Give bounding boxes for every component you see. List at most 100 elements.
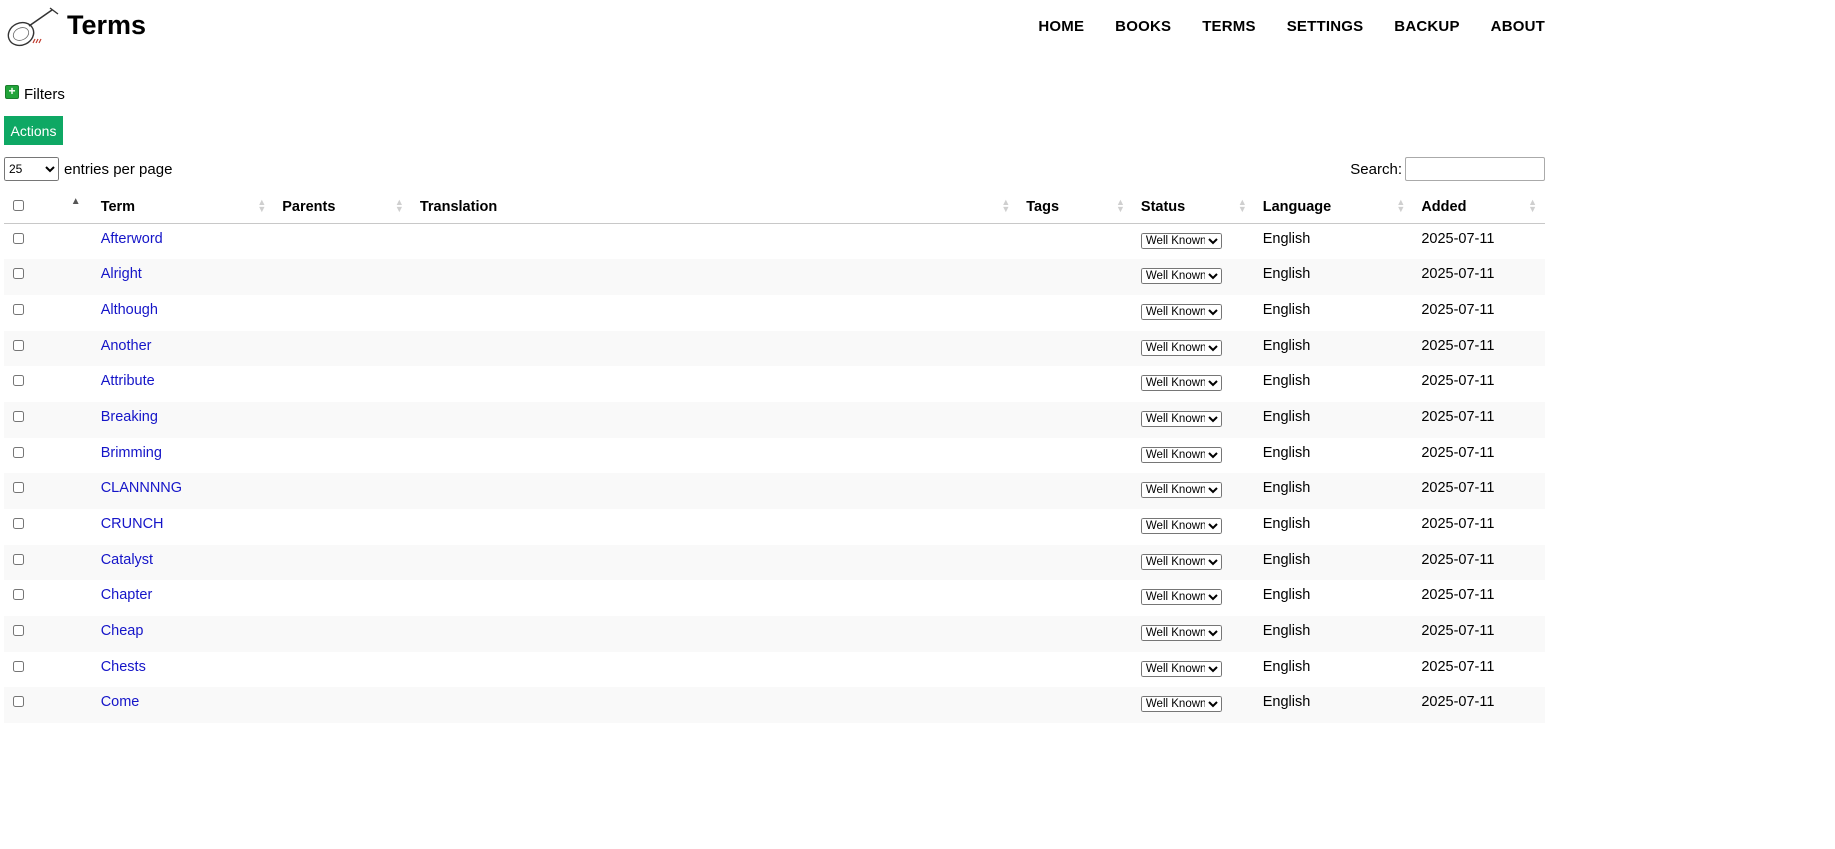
row-checkbox[interactable] — [13, 410, 24, 422]
row-checkbox-cell — [4, 473, 52, 509]
nav-settings[interactable]: SETTINGS — [1287, 18, 1364, 35]
status-select[interactable]: Well Known — [1140, 268, 1222, 285]
status-select[interactable]: Well Known — [1140, 589, 1222, 606]
row-checkbox[interactable] — [13, 660, 24, 672]
row-checkbox[interactable] — [13, 446, 24, 458]
parents-cell — [274, 651, 412, 688]
row-sort-cell — [51, 473, 93, 509]
term-link[interactable]: Chests — [101, 659, 146, 675]
status-select[interactable]: Well Known — [1140, 625, 1222, 642]
row-checkbox[interactable] — [13, 625, 24, 637]
term-cell: Catalyst — [92, 544, 275, 581]
row-checkbox[interactable] — [13, 303, 24, 315]
actions-button[interactable]: Actions — [4, 116, 63, 145]
term-cell: CRUNCH — [92, 509, 275, 545]
column-header-tags[interactable]: Tags ▲ ▼ — [1018, 190, 1133, 224]
select-all-checkbox[interactable] — [13, 200, 24, 211]
translation-cell — [411, 437, 1019, 474]
status-select[interactable]: Well Known — [1140, 233, 1222, 249]
nav-about[interactable]: ABOUT — [1491, 18, 1545, 35]
status-cell: Well Known — [1132, 509, 1255, 545]
row-checkbox[interactable] — [13, 233, 24, 244]
row-checkbox[interactable] — [13, 268, 24, 280]
tags-cell — [1018, 687, 1133, 724]
column-label-term: Term — [100, 198, 136, 215]
select-all-header — [4, 190, 52, 224]
term-link[interactable]: Another — [101, 338, 152, 354]
sort-arrows-icon[interactable]: ▲ ▼ — [1528, 198, 1537, 214]
column-header-term[interactable]: Term ▲ ▼ — [92, 190, 275, 224]
tags-cell — [1018, 259, 1133, 295]
nav-terms[interactable]: TERMS — [1202, 18, 1256, 35]
status-select[interactable]: Well Known — [1140, 446, 1222, 463]
sort-arrows-icon[interactable]: ▲ ▼ — [1001, 198, 1010, 214]
status-select[interactable]: Well Known — [1140, 696, 1222, 713]
plus-icon[interactable]: + — [5, 84, 19, 99]
table-row: Come Well Known English 2025-07-11 — [4, 687, 1545, 724]
term-link[interactable]: Breaking — [101, 409, 158, 425]
parents-cell — [274, 330, 412, 367]
sort-arrows-icon[interactable]: ▲ ▼ — [395, 198, 404, 214]
row-checkbox[interactable] — [13, 482, 24, 494]
status-select[interactable]: Well Known — [1140, 553, 1222, 570]
row-checkbox[interactable] — [13, 589, 24, 601]
sort-arrows-icon[interactable]: ▲ ▼ — [257, 198, 266, 214]
row-sort-cell — [51, 580, 93, 617]
status-cell: Well Known — [1132, 259, 1255, 295]
search-input[interactable] — [1405, 157, 1545, 181]
term-link[interactable]: Afterword — [101, 231, 163, 247]
column-header-translation[interactable]: Translation ▲ ▼ — [411, 190, 1019, 224]
row-checkbox[interactable] — [13, 518, 24, 529]
language-cell: English — [1254, 330, 1414, 367]
search-label: Search: — [1350, 160, 1402, 178]
table-row: CLANNNNG Well Known English 2025-07-11 — [4, 473, 1545, 509]
parents-cell — [274, 259, 412, 295]
sort-header[interactable]: ▲ — [51, 190, 93, 224]
nav-home[interactable]: HOME — [1038, 18, 1084, 35]
term-link[interactable]: Catalyst — [101, 552, 153, 568]
column-header-added[interactable]: Added ▲ ▼ — [1413, 190, 1545, 224]
parents-cell — [274, 687, 412, 724]
row-checkbox[interactable] — [13, 339, 24, 351]
nav-backup[interactable]: BACKUP — [1394, 18, 1459, 35]
language-cell: English — [1254, 366, 1414, 402]
term-link[interactable]: Come — [101, 694, 140, 710]
filters-label[interactable]: Filters — [24, 86, 65, 103]
status-select[interactable]: Well Known — [1140, 375, 1222, 392]
term-link[interactable]: CRUNCH — [101, 516, 164, 532]
translation-cell — [411, 223, 1019, 260]
row-checkbox[interactable] — [13, 553, 24, 565]
term-link[interactable]: Brimming — [101, 445, 162, 461]
entries-per-page: 25 entries per page — [4, 157, 172, 181]
filters-toggle[interactable]: + Filters — [5, 84, 65, 103]
nav-books[interactable]: BOOKS — [1115, 18, 1171, 35]
parents-cell — [274, 437, 412, 474]
column-header-parents[interactable]: Parents ▲ ▼ — [274, 190, 412, 224]
sort-arrows-icon[interactable]: ▲ ▼ — [1116, 198, 1125, 214]
status-select[interactable]: Well Known — [1140, 303, 1222, 320]
added-cell: 2025-07-11 — [1413, 687, 1545, 724]
sort-arrows-icon[interactable]: ▲ ▼ — [1238, 198, 1247, 214]
status-select[interactable]: Well Known — [1140, 660, 1222, 677]
term-cell: CLANNNNG — [92, 473, 275, 509]
status-select[interactable]: Well Known — [1140, 339, 1222, 356]
term-link[interactable]: Chapter — [101, 587, 153, 603]
entries-select[interactable]: 25 — [4, 157, 59, 181]
column-header-status[interactable]: Status ▲ ▼ — [1132, 190, 1255, 224]
row-checkbox[interactable] — [13, 696, 24, 708]
row-checkbox[interactable] — [13, 375, 24, 387]
term-link[interactable]: Attribute — [101, 373, 155, 389]
sort-arrows-icon[interactable]: ▲ ▼ — [1396, 198, 1405, 214]
lute-logo-icon[interactable] — [4, 4, 60, 52]
term-link[interactable]: Alright — [101, 266, 142, 282]
status-select[interactable]: Well Known — [1140, 482, 1222, 499]
term-link[interactable]: Although — [101, 302, 158, 318]
term-link[interactable]: Cheap — [101, 623, 144, 639]
sort-arrows-icon[interactable]: ▲ — [71, 197, 81, 207]
status-select[interactable]: Well Known — [1140, 410, 1222, 427]
language-cell: English — [1254, 259, 1414, 295]
column-header-language[interactable]: Language ▲ ▼ — [1254, 190, 1414, 224]
status-select[interactable]: Well Known — [1140, 518, 1222, 534]
term-link[interactable]: CLANNNNG — [101, 480, 182, 496]
language-cell: English — [1254, 544, 1414, 581]
